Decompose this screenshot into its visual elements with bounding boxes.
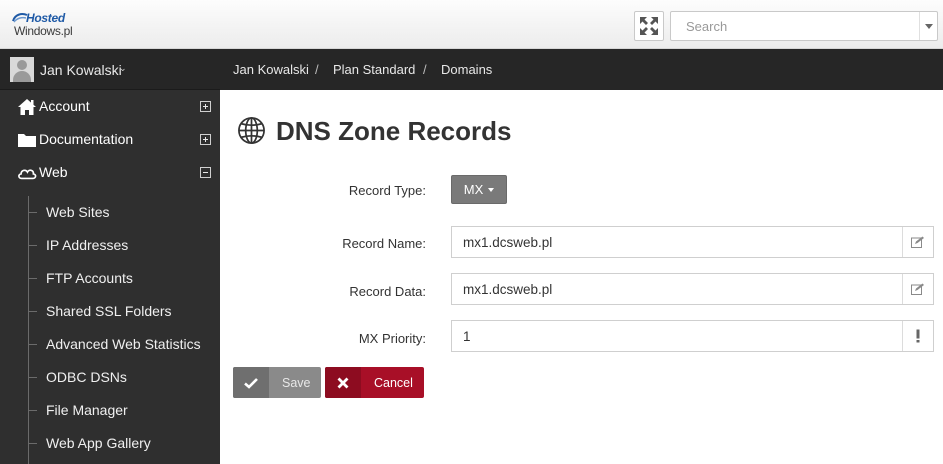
- caret-down-icon: [488, 187, 495, 192]
- page-title: DNS Zone Records: [276, 116, 512, 146]
- save-label: Save: [282, 376, 311, 390]
- expand-toggle-icon[interactable]: [200, 134, 211, 145]
- exclamation-icon-addon: [902, 321, 933, 351]
- home-icon: [18, 99, 36, 115]
- top-bar: Hosted Windows.pl: [0, 0, 943, 49]
- save-button[interactable]: Save: [233, 367, 321, 398]
- record-data-label: Record Data:: [349, 284, 426, 299]
- sidebar-item-label: Shared SSL Folders: [46, 303, 172, 319]
- collapse-toggle-icon[interactable]: [200, 167, 211, 178]
- mx-priority-label: MX Priority:: [358, 331, 426, 346]
- record-type-dropdown[interactable]: MX: [451, 175, 507, 204]
- sidebar-item-label: FTP Accounts: [46, 270, 133, 286]
- breadcrumb-item-user[interactable]: Jan Kowalski: [233, 62, 309, 77]
- folder-icon: [18, 134, 36, 147]
- user-menu[interactable]: Jan Kowalski ⌄: [0, 49, 220, 90]
- record-type-label: Record Type:: [348, 183, 426, 198]
- edit-icon: [911, 283, 924, 295]
- sidebar-item-label: Web App Gallery: [46, 435, 151, 451]
- sidebar-item-ip-addresses[interactable]: IP Addresses: [28, 229, 220, 262]
- close-icon: [325, 367, 361, 398]
- search-dropdown-icon[interactable]: [919, 12, 937, 40]
- sidebar-item-label: Account: [39, 98, 90, 114]
- breadcrumb-item-plan[interactable]: Plan Standard: [333, 62, 415, 77]
- record-name-field: [451, 226, 934, 258]
- record-type-value: MX: [463, 182, 484, 197]
- sidebar-item-label: Documentation: [39, 131, 134, 147]
- sidebar: Jan Kowalski ⌄ Account Documentation Web…: [0, 49, 220, 464]
- search-box: [670, 11, 938, 41]
- avatar: [10, 57, 34, 82]
- sidebar-item-shared-ssl-folders[interactable]: Shared SSL Folders: [28, 295, 220, 328]
- chevron-down-icon: ⌄: [119, 63, 127, 73]
- record-name-label: Record Name:: [342, 236, 426, 251]
- search-input[interactable]: [671, 12, 919, 40]
- sidebar-item-label: File Manager: [46, 402, 128, 418]
- brand-logo[interactable]: Hosted Windows.pl: [12, 10, 82, 40]
- mx-priority-input[interactable]: [452, 321, 902, 351]
- sidebar-item-label: Advanced Web Statistics: [46, 336, 201, 352]
- brand-line2: Windows.pl: [14, 24, 73, 38]
- fullscreen-button[interactable]: [634, 11, 664, 41]
- sidebar-item-label: ODBC DSNs: [46, 369, 127, 385]
- mx-priority-field: [451, 320, 934, 352]
- sidebar-item-web[interactable]: Web: [0, 156, 220, 189]
- cancel-button[interactable]: Cancel: [325, 367, 424, 398]
- edit-icon: [911, 236, 924, 248]
- sidebar-item-label: IP Addresses: [46, 237, 129, 253]
- breadcrumb-item-domains[interactable]: Domains: [441, 62, 492, 77]
- expand-toggle-icon[interactable]: [200, 101, 211, 112]
- sidebar-item-documentation[interactable]: Documentation: [0, 123, 220, 156]
- sidebar-item-ftp-accounts[interactable]: FTP Accounts: [28, 262, 220, 295]
- cancel-label: Cancel: [374, 376, 413, 390]
- user-name: Jan Kowalski: [40, 62, 122, 78]
- brand-line1: Hosted: [26, 11, 65, 25]
- sidebar-item-web-app-gallery[interactable]: Web App Gallery: [28, 427, 220, 460]
- sidebar-item-web-sites[interactable]: Web Sites: [28, 196, 220, 229]
- sidebar-item-advanced-web-statistics[interactable]: Advanced Web Statistics: [28, 328, 220, 361]
- expand-icon: [640, 17, 658, 35]
- exclamation-icon: [916, 329, 920, 343]
- sidebar-item-file-manager[interactable]: File Manager: [28, 394, 220, 427]
- record-name-input[interactable]: [452, 227, 902, 257]
- breadcrumb-separator: /: [315, 62, 319, 77]
- sidebar-item-account[interactable]: Account: [0, 90, 220, 123]
- breadcrumb: Jan Kowalski / Plan Standard / Domains: [220, 49, 943, 90]
- record-data-field: [451, 273, 934, 305]
- edit-icon-addon: [902, 227, 933, 257]
- sidebar-item-odbc-dsns[interactable]: ODBC DSNs: [28, 361, 220, 394]
- checkmark-icon: [233, 367, 269, 398]
- breadcrumb-separator: /: [423, 62, 427, 77]
- record-data-input[interactable]: [452, 274, 902, 304]
- sidebar-item-label: Web: [39, 164, 68, 180]
- globe-icon: [238, 117, 265, 144]
- sidebar-item-label: Web Sites: [46, 204, 110, 220]
- edit-icon-addon: [902, 274, 933, 304]
- cloud-icon: [18, 169, 37, 180]
